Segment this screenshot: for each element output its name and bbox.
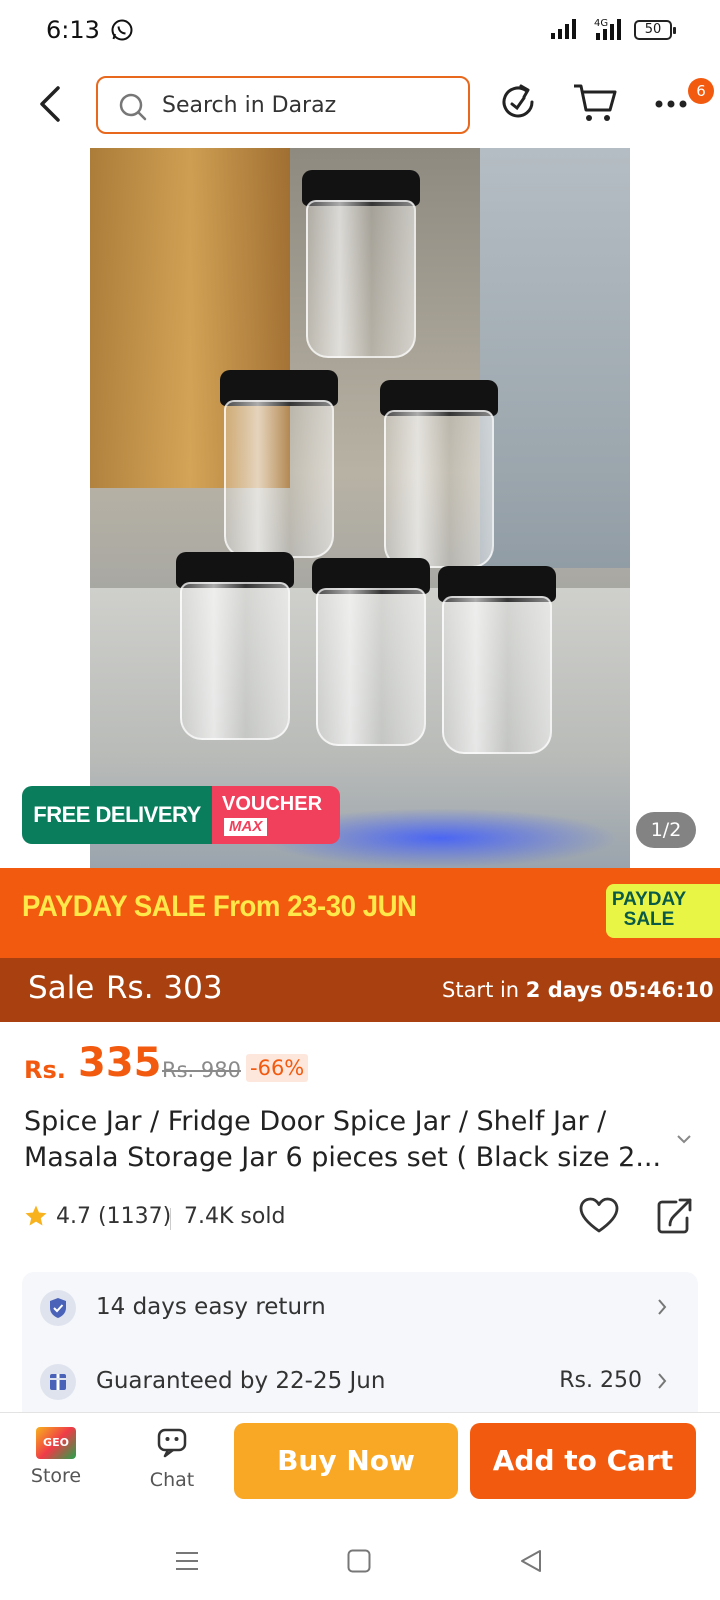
- chevron-down-icon[interactable]: [676, 1130, 692, 1149]
- delivery-guarantee-label: Guaranteed by 22-25 Jun: [96, 1368, 386, 1394]
- menu-icon[interactable]: [174, 1548, 200, 1578]
- store-logo-icon: GEO: [36, 1427, 76, 1459]
- rating-row: 4.7 (1137) 7.4K sold: [24, 1197, 704, 1240]
- whatsapp-icon: [110, 18, 134, 46]
- share-icon[interactable]: [654, 1196, 694, 1240]
- status-time: 6:13: [46, 16, 100, 44]
- battery-icon: 50: [634, 20, 676, 40]
- top-navigation: Search in Daraz 6: [0, 70, 720, 140]
- history-icon[interactable]: [498, 80, 538, 128]
- chevron-right-icon: [656, 1298, 668, 1320]
- search-input[interactable]: Search in Daraz: [96, 76, 470, 134]
- signal-icon: [550, 18, 576, 44]
- original-price: Rs. 980: [162, 1058, 241, 1082]
- system-navigation-bar: [0, 1520, 720, 1600]
- cart-icon[interactable]: [572, 80, 618, 128]
- sold-count: 7.4K sold: [184, 1204, 286, 1229]
- status-bar: 6:13 4G 50: [0, 0, 720, 64]
- rating-value[interactable]: 4.7 (1137): [56, 1204, 171, 1229]
- free-delivery-label: FREE DELIVERY: [22, 786, 212, 844]
- chat-icon: [155, 1428, 189, 1463]
- jar: [220, 370, 338, 560]
- price-row: Rs. 335 Rs. 980 -66%: [24, 1040, 704, 1094]
- payday-sale-banner[interactable]: PAYDAY SALE From 23-30 JUN PAYDAY SALE: [0, 868, 720, 958]
- countdown-timer: 05:46:10: [609, 978, 714, 1002]
- search-placeholder: Search in Daraz: [162, 93, 337, 118]
- payday-sale-logo: PAYDAY SALE: [606, 884, 720, 938]
- star-icon: [24, 1204, 48, 1232]
- store-label: Store: [30, 1465, 82, 1487]
- search-icon: [118, 92, 148, 126]
- jar: [380, 380, 498, 570]
- back-triangle-icon[interactable]: [518, 1548, 544, 1578]
- divider: [170, 1208, 171, 1230]
- back-button[interactable]: [32, 82, 72, 126]
- back-arrow-icon: [40, 86, 60, 122]
- more-menu-icon[interactable]: [654, 90, 690, 118]
- promo-tag: FREE DELIVERY VOUCHER MAX: [22, 786, 340, 844]
- discount-badge: -66%: [246, 1054, 309, 1082]
- jar: [312, 558, 430, 748]
- shield-check-icon: [40, 1290, 76, 1326]
- easy-return-row[interactable]: 14 days easy return: [22, 1278, 698, 1338]
- chat-button[interactable]: Chat: [142, 1427, 202, 1491]
- price-currency: Rs.: [24, 1056, 66, 1084]
- voucher-max-label: VOUCHER MAX: [212, 786, 340, 844]
- image-counter: 1/2: [636, 812, 696, 848]
- jar: [176, 552, 294, 742]
- sale-countdown-strip: Sale Rs. 303 Start in 2 days 05:46:10: [0, 958, 720, 1022]
- store-button[interactable]: GEO Store: [26, 1427, 86, 1487]
- add-to-cart-button[interactable]: Add to Cart: [470, 1423, 696, 1499]
- wishlist-heart-icon[interactable]: [578, 1196, 620, 1240]
- buy-now-button[interactable]: Buy Now: [234, 1423, 458, 1499]
- home-icon[interactable]: [346, 1548, 372, 1578]
- delivery-box-icon: [40, 1364, 76, 1400]
- sale-price: Rs. 303: [106, 970, 223, 1006]
- chat-label: Chat: [149, 1469, 195, 1491]
- chevron-right-icon: [656, 1372, 668, 1394]
- sale-label: Sale: [28, 970, 95, 1006]
- bottom-action-bar: GEO Store Chat Buy Now Add to Cart: [0, 1412, 720, 1520]
- notification-badge: 6: [688, 78, 714, 104]
- product-image[interactable]: [90, 148, 630, 868]
- current-price: 335: [78, 1040, 162, 1086]
- svg-text:4G: 4G: [594, 18, 608, 29]
- payday-banner-text: PAYDAY SALE From 23-30 JUN: [22, 890, 417, 923]
- service-info-card: 14 days easy return Guaranteed by 22-25 …: [22, 1272, 698, 1422]
- easy-return-label: 14 days easy return: [96, 1294, 326, 1320]
- delivery-fee: Rs. 250: [559, 1368, 642, 1393]
- sale-start-countdown: Start in 2 days 05:46:10: [442, 978, 714, 1002]
- mobile-data-icon: 4G: [586, 16, 626, 46]
- jar: [438, 566, 556, 756]
- jar: [302, 170, 420, 360]
- delivery-row[interactable]: Guaranteed by 22-25 Jun Rs. 250: [22, 1352, 698, 1412]
- product-title[interactable]: Spice Jar / Fridge Door Spice Jar / Shel…: [24, 1104, 674, 1176]
